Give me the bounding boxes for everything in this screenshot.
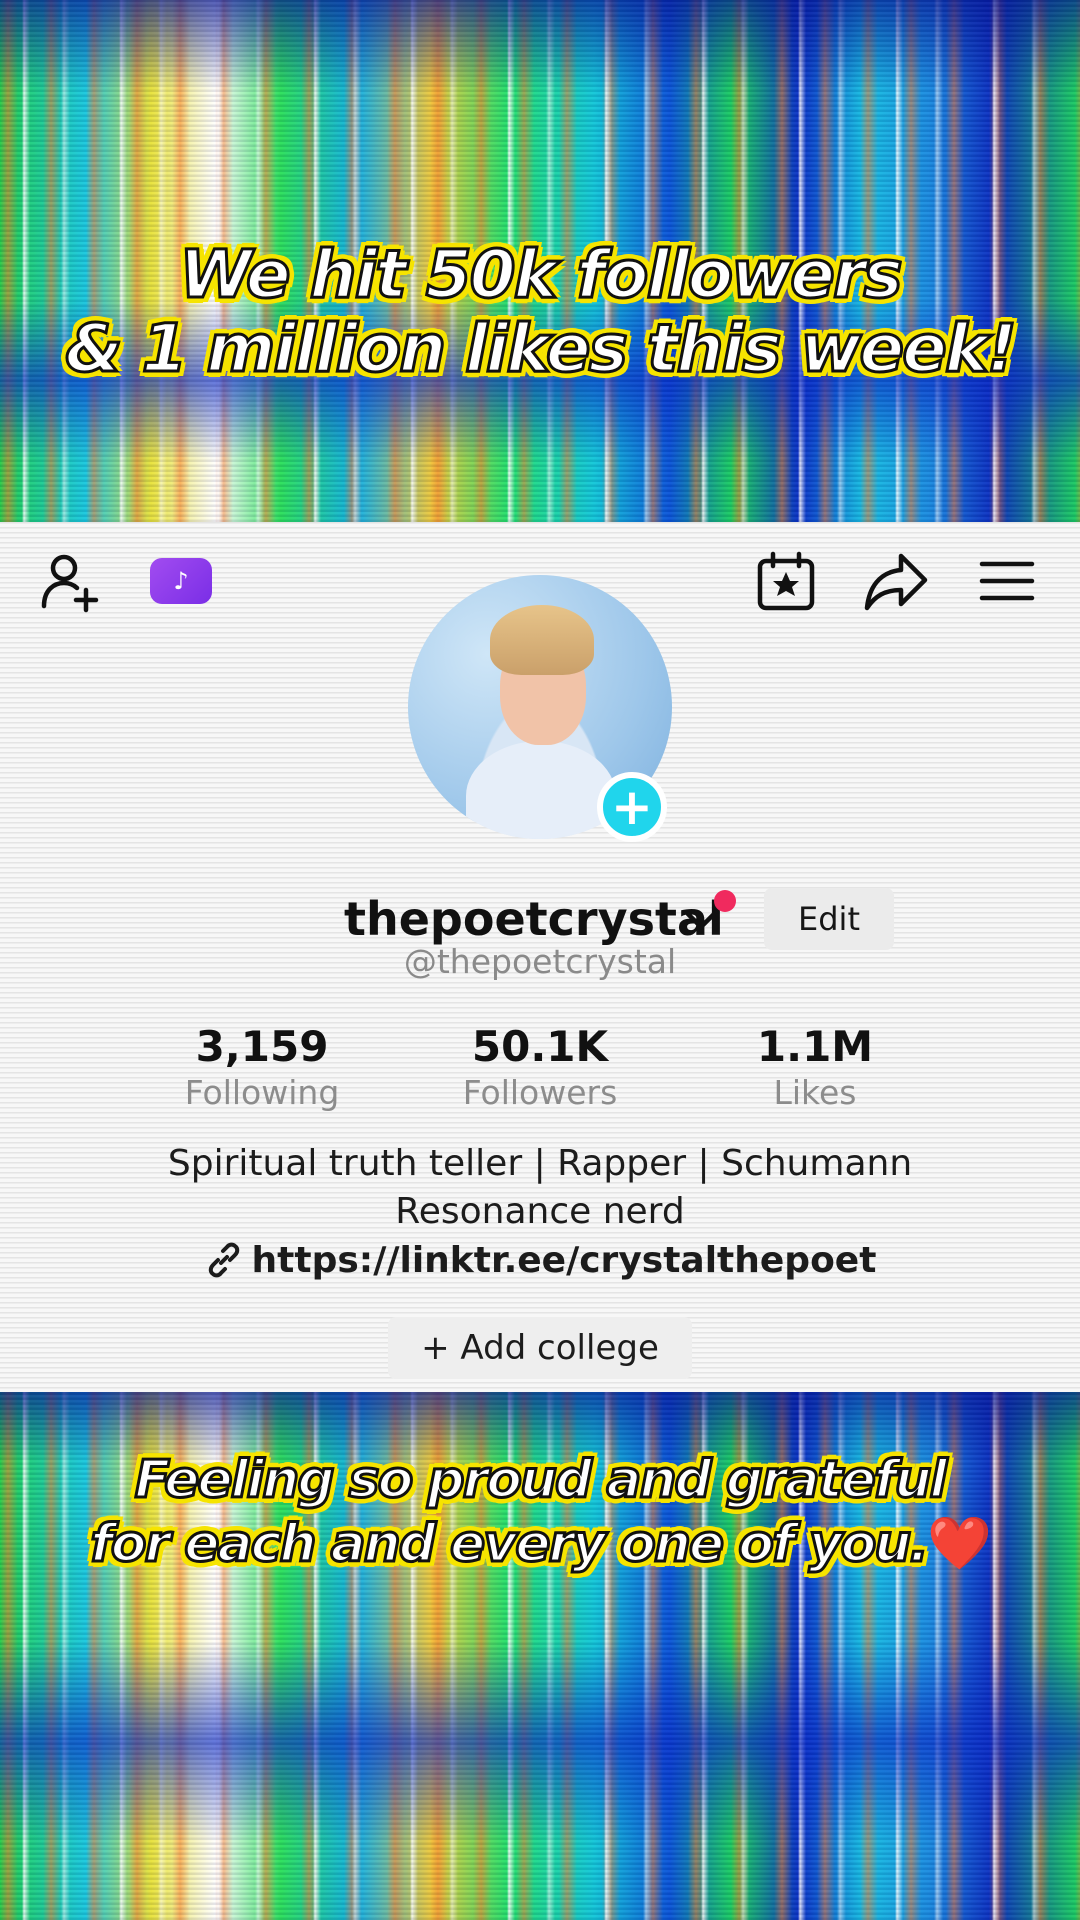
profile-stats: 3,159 Following 50.1K Followers 1.1M Lik… [0,1022,1080,1142]
profile-panel: ♪ + thepoetcrystal Edit @thepoetcrystal … [0,522,1080,1392]
calendar-star-icon[interactable] [755,550,817,612]
stat-followers[interactable]: 50.1K Followers [430,1022,650,1112]
chevron-down-icon[interactable] [684,906,718,936]
likes-label: Likes [773,1073,857,1112]
add-college-button[interactable]: + Add college [388,1317,692,1379]
bio-line-1: Spiritual truth teller | Rapper | Schuma… [167,1143,913,1184]
bio-link[interactable]: https://linktr.ee/crystalthepoet [0,1240,1080,1281]
share-arrow-icon[interactable] [863,550,929,612]
caption-top-line-1: We hit 50k followers [178,236,904,313]
add-story-plus-icon[interactable]: + [597,772,667,842]
add-person-icon[interactable] [38,550,102,614]
link-icon [208,1242,239,1278]
followers-label: Followers [462,1073,618,1112]
notification-dot [714,890,736,912]
edit-profile-button[interactable]: Edit [764,888,894,950]
badge-glyph: ♪ [173,567,189,595]
bio-link-text[interactable]: https://linktr.ee/crystalthepoet [252,1240,877,1281]
avatar-shirt [466,741,616,839]
following-count: 3,159 [195,1022,329,1071]
username: @thepoetcrystal [403,942,677,981]
bio-line-2: Resonance nerd [395,1191,685,1232]
heart-emoji-icon: ❤️ [927,1514,992,1574]
caption-bottom: Feeling so proud and grateful for each a… [0,1448,1080,1576]
caption-top: We hit 50k followers & 1 million likes t… [0,236,1080,387]
tiktok-music-badge-icon[interactable]: ♪ [150,558,212,604]
caption-top-line-2: & 1 million likes this week! [64,310,1019,387]
caption-bottom-line-2: for each and every one of you.❤️ [0,1512,1080,1576]
bio: Spiritual truth teller | Rapper | Schuma… [140,1140,940,1236]
stat-following[interactable]: 3,159 Following [152,1022,372,1112]
spectrogram-band [0,0,1080,90]
caption-bottom-line-2-text: for each and every one of you. [89,1513,931,1576]
followers-count: 50.1K [471,1022,609,1071]
spectrogram-band [0,1642,1080,1842]
caption-bottom-line-1: Feeling so proud and grateful [133,1449,949,1512]
stat-likes[interactable]: 1.1M Likes [705,1022,925,1112]
avatar-hair [490,605,594,675]
display-name[interactable]: thepoetcrystal [344,892,724,946]
hamburger-menu-icon[interactable] [978,550,1036,612]
likes-count: 1.1M [756,1022,874,1071]
following-label: Following [184,1073,340,1112]
